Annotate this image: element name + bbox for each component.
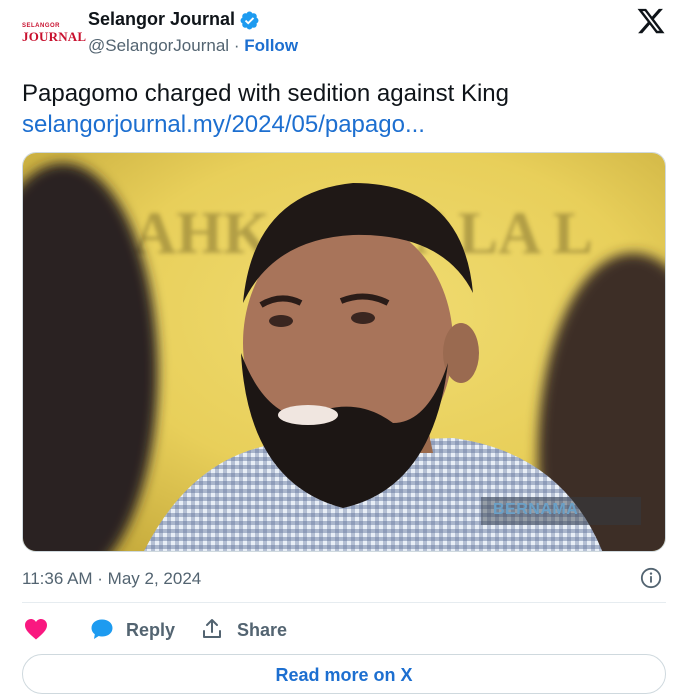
like-heart-icon[interactable] <box>24 618 48 640</box>
reply-bubble-icon[interactable] <box>90 617 114 641</box>
tweet-link[interactable]: selangorjournal.my/2024/05/papago... <box>22 109 425 140</box>
author-name[interactable]: Selangor Journal <box>88 9 235 30</box>
tweet-photo[interactable]: AHKA KUALA L BE <box>22 152 666 552</box>
separator-dot: · <box>233 36 240 55</box>
share-button[interactable]: Share <box>237 620 287 641</box>
handle-row: @SelangorJournal · Follow <box>88 36 298 56</box>
info-icon[interactable] <box>640 567 662 589</box>
x-logo-icon[interactable] <box>636 6 666 36</box>
logo-big-text: JOURNAL <box>22 29 87 44</box>
divider <box>22 602 666 603</box>
follow-button[interactable]: Follow <box>244 36 298 55</box>
photo-watermark: BERNAMA <box>481 497 641 525</box>
selangor-journal-logo[interactable]: SELANGOR JOURNAL <box>22 14 87 48</box>
read-more-button[interactable]: Read more on X <box>22 654 666 694</box>
reply-button[interactable]: Reply <box>126 620 175 641</box>
tweet-text: Papagomo charged with sedition against K… <box>22 80 509 107</box>
verified-badge-icon <box>240 11 259 30</box>
read-more-label: Read more on X <box>275 665 413 685</box>
share-upload-icon[interactable] <box>200 617 224 641</box>
tweet-timestamp[interactable]: 11:36 AM · May 2, 2024 <box>22 569 201 589</box>
author-handle[interactable]: @SelangorJournal <box>88 36 229 55</box>
tweet-card: SELANGOR JOURNAL Selangor Journal @Selan… <box>0 0 686 696</box>
photo-illustration: AHKA KUALA L <box>23 153 665 551</box>
watermark-text: BERNAMA <box>493 501 579 518</box>
